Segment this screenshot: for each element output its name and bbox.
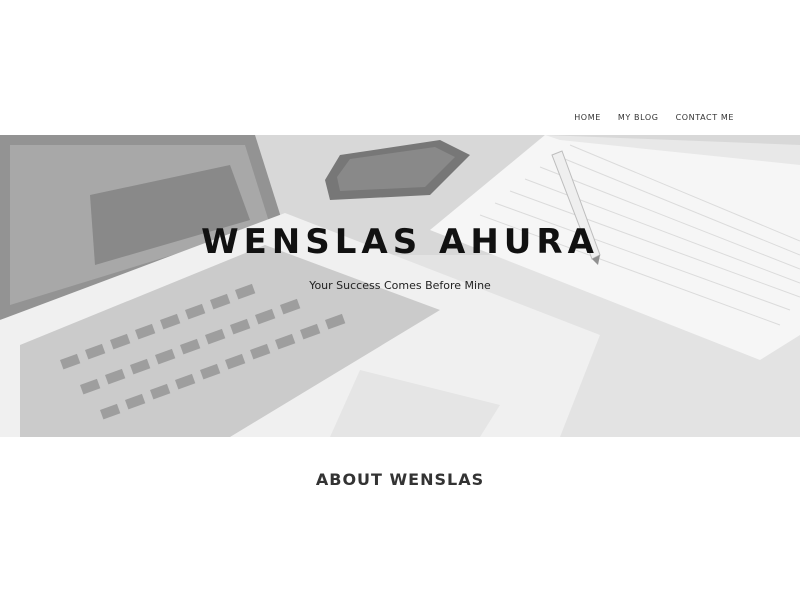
nav-link-contact-me[interactable]: CONTACT ME [676, 113, 734, 122]
hero-banner: WENSLAS AHURA Your Success Comes Before … [0, 135, 800, 437]
page: HOME MY BLOG CONTACT ME WENSLAS AHURA Yo… [0, 0, 800, 600]
site-tagline: Your Success Comes Before Mine [309, 279, 491, 292]
about-heading: ABOUT WENSLAS [315, 470, 485, 489]
nav-link-home[interactable]: HOME [574, 113, 601, 122]
main-navigation: HOME MY BLOG CONTACT ME [574, 113, 734, 122]
site-title: WENSLAS AHURA [201, 222, 599, 262]
nav-link-my-blog[interactable]: MY BLOG [618, 113, 659, 122]
